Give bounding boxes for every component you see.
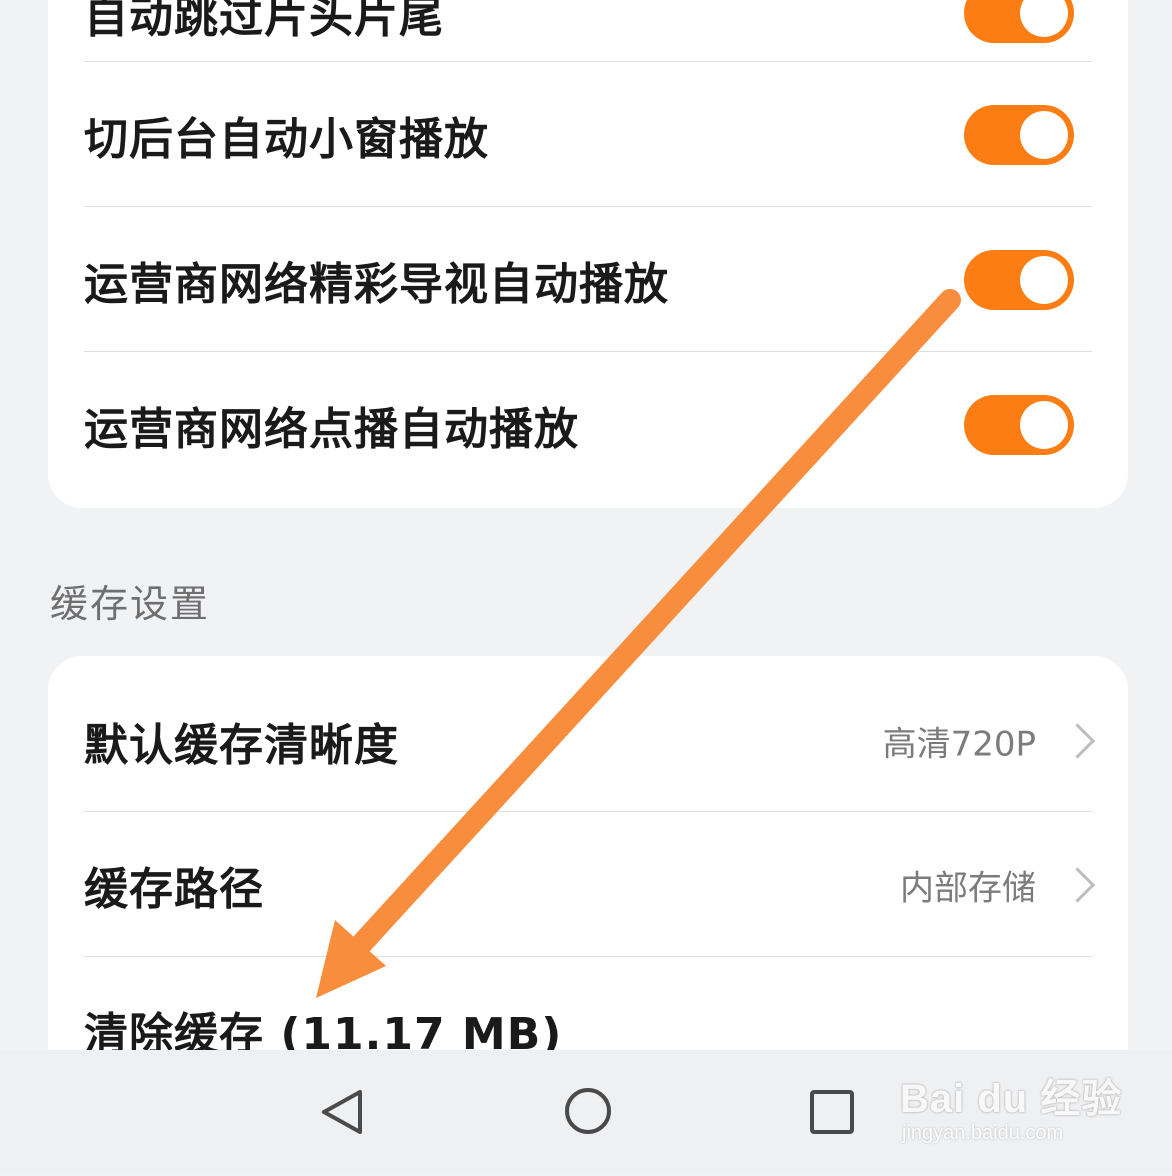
setting-row-background-mini-window[interactable]: 切后台自动小窗播放 xyxy=(84,62,1092,207)
navigation-bar xyxy=(0,1050,1172,1172)
skip-intro-toggle[interactable] xyxy=(964,0,1074,43)
playback-settings-card: 自动跳过片头片尾 切后台自动小窗播放 运营商网络精彩导视自动播放 运营商网络点播… xyxy=(48,0,1128,508)
mini-window-toggle[interactable] xyxy=(964,104,1074,165)
cache-settings-title: 缓存设置 xyxy=(50,582,211,626)
setting-row-cache-path[interactable]: 缓存路径 内部存储 xyxy=(84,812,1096,957)
setting-label: 缓存路径 xyxy=(84,863,264,915)
home-icon xyxy=(565,1088,611,1134)
setting-row-carrier-vod-autoplay[interactable]: 运营商网络点播自动播放 xyxy=(84,352,1092,497)
nav-home-button[interactable] xyxy=(528,1050,648,1172)
carrier-preview-autoplay-toggle[interactable] xyxy=(964,249,1074,310)
recents-icon xyxy=(810,1090,854,1134)
setting-value: 高清720P xyxy=(882,724,1036,764)
toggle-knob xyxy=(1020,400,1068,449)
setting-label: 运营商网络精彩导视自动播放 xyxy=(84,258,669,310)
setting-label: 自动跳过片头片尾 xyxy=(84,0,444,43)
toggle-knob xyxy=(1020,255,1068,304)
setting-value: 内部存储 xyxy=(900,868,1036,908)
setting-label: 默认缓存清晰度 xyxy=(84,719,399,771)
toggle-knob xyxy=(1020,110,1068,159)
setting-row-carrier-preview-autoplay[interactable]: 运营商网络精彩导视自动播放 xyxy=(84,207,1092,352)
setting-row-cache-quality[interactable]: 默认缓存清晰度 高清720P xyxy=(84,668,1096,813)
nav-recents-button[interactable] xyxy=(772,1050,892,1172)
carrier-vod-autoplay-toggle[interactable] xyxy=(964,394,1074,455)
chevron-right-icon xyxy=(1059,722,1096,759)
back-icon xyxy=(322,1090,362,1134)
cache-settings-card: 默认缓存清晰度 高清720P 缓存路径 内部存储 清除缓存 (11.17 MB) xyxy=(48,656,1128,1116)
setting-label: 切后台自动小窗播放 xyxy=(84,113,489,165)
setting-label: 运营商网络点播自动播放 xyxy=(84,403,579,455)
chevron-right-icon xyxy=(1059,866,1096,903)
toggle-knob xyxy=(1020,0,1068,37)
nav-back-button[interactable] xyxy=(282,1050,402,1172)
